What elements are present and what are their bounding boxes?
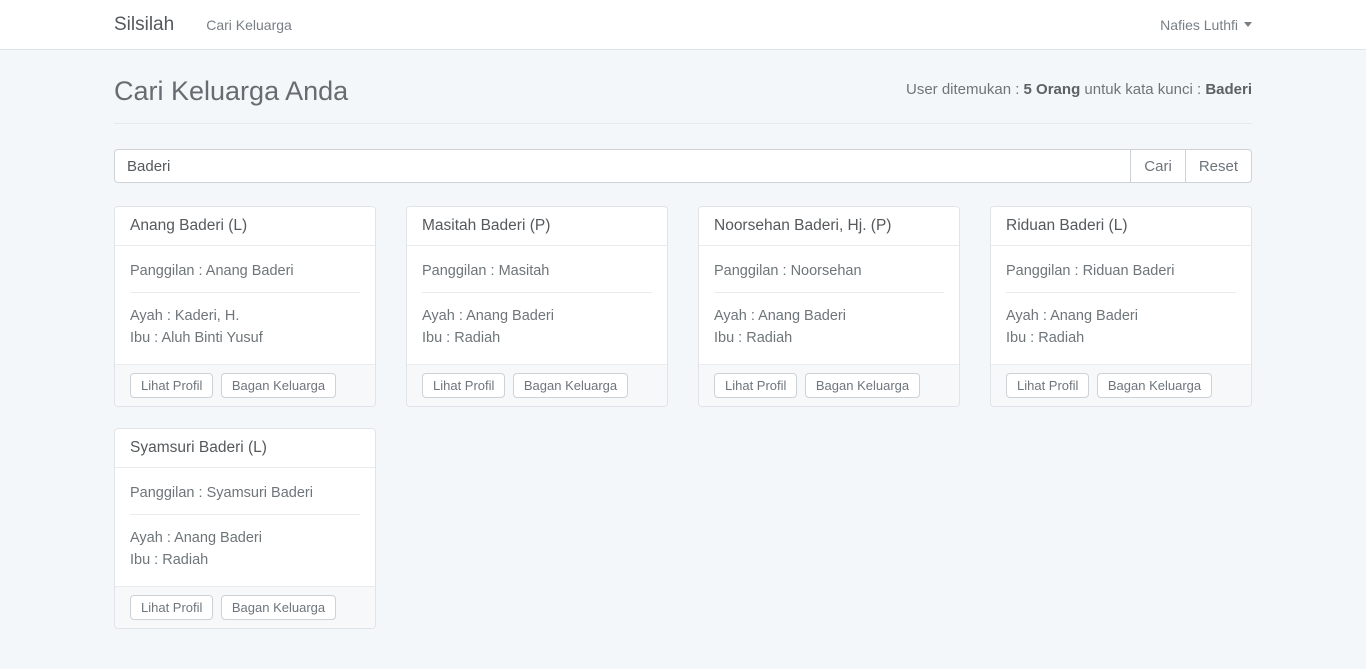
ibu-text: Ibu : Radiah <box>714 327 944 349</box>
ibu-text: Ibu : Radiah <box>1006 327 1236 349</box>
card-title: Riduan Baderi (L) <box>991 207 1251 246</box>
page-title: Cari Keluarga Anda <box>114 76 348 107</box>
panggilan-text: Panggilan : Syamsuri Baderi <box>130 482 360 504</box>
card-title: Noorsehan Baderi, Hj. (P) <box>699 207 959 246</box>
ibu-text: Ibu : Radiah <box>130 549 360 571</box>
ibu-text: Ibu : Radiah <box>422 327 652 349</box>
card-body: Panggilan : Syamsuri Baderi Ayah : Anang… <box>115 468 375 586</box>
user-menu-toggle[interactable]: Nafies Luthfi <box>1160 17 1252 33</box>
card-body: Panggilan : Noorsehan Ayah : Anang Bader… <box>699 246 959 364</box>
ayah-text: Ayah : Anang Baderi <box>130 527 360 549</box>
lihat-profil-button[interactable]: Lihat Profil <box>1006 373 1089 398</box>
user-menu-label: Nafies Luthfi <box>1160 17 1238 33</box>
person-card: Riduan Baderi (L) Panggilan : Riduan Bad… <box>990 206 1252 407</box>
summary-middle: untuk kata kunci : <box>1080 81 1205 98</box>
ayah-text: Ayah : Anang Baderi <box>1006 305 1236 327</box>
bagan-keluarga-button[interactable]: Bagan Keluarga <box>221 595 336 620</box>
nav-item-cari-keluarga[interactable]: Cari Keluarga <box>206 17 292 33</box>
caret-down-icon <box>1244 22 1252 27</box>
panggilan-text: Panggilan : Masitah <box>422 260 652 282</box>
bagan-keluarga-button[interactable]: Bagan Keluarga <box>221 373 336 398</box>
search-group: Cari Reset <box>114 149 1252 183</box>
divider <box>1006 292 1236 293</box>
card-footer: Lihat Profil Bagan Keluarga <box>991 364 1251 406</box>
result-summary: User ditemukan : 5 Orang untuk kata kunc… <box>906 81 1252 98</box>
results-grid: Anang Baderi (L) Panggilan : Anang Bader… <box>114 206 1252 669</box>
divider <box>422 292 652 293</box>
card-footer: Lihat Profil Bagan Keluarga <box>115 586 375 628</box>
panggilan-text: Panggilan : Anang Baderi <box>130 260 360 282</box>
divider <box>130 514 360 515</box>
ayah-text: Ayah : Anang Baderi <box>422 305 652 327</box>
bagan-keluarga-button[interactable]: Bagan Keluarga <box>1097 373 1212 398</box>
person-card: Masitah Baderi (P) Panggilan : Masitah A… <box>406 206 668 407</box>
card-footer: Lihat Profil Bagan Keluarga <box>699 364 959 406</box>
bagan-keluarga-button[interactable]: Bagan Keluarga <box>805 373 920 398</box>
card-footer: Lihat Profil Bagan Keluarga <box>115 364 375 406</box>
summary-prefix: User ditemukan : <box>906 81 1024 98</box>
divider <box>714 292 944 293</box>
reset-button[interactable]: Reset <box>1185 149 1252 183</box>
card-title: Anang Baderi (L) <box>115 207 375 246</box>
card-body: Panggilan : Masitah Ayah : Anang Baderi … <box>407 246 667 364</box>
person-card: Noorsehan Baderi, Hj. (P) Panggilan : No… <box>698 206 960 407</box>
page-header: Cari Keluarga Anda User ditemukan : 5 Or… <box>114 76 1252 124</box>
card-body: Panggilan : Riduan Baderi Ayah : Anang B… <box>991 246 1251 364</box>
search-input[interactable] <box>114 149 1131 183</box>
lihat-profil-button[interactable]: Lihat Profil <box>130 595 213 620</box>
ayah-text: Ayah : Anang Baderi <box>714 305 944 327</box>
person-card: Anang Baderi (L) Panggilan : Anang Bader… <box>114 206 376 407</box>
summary-keyword: Baderi <box>1205 81 1252 98</box>
lihat-profil-button[interactable]: Lihat Profil <box>422 373 505 398</box>
lihat-profil-button[interactable]: Lihat Profil <box>714 373 797 398</box>
panggilan-text: Panggilan : Noorsehan <box>714 260 944 282</box>
ayah-text: Ayah : Kaderi, H. <box>130 305 360 327</box>
card-footer: Lihat Profil Bagan Keluarga <box>407 364 667 406</box>
panggilan-text: Panggilan : Riduan Baderi <box>1006 260 1236 282</box>
card-title: Masitah Baderi (P) <box>407 207 667 246</box>
ibu-text: Ibu : Aluh Binti Yusuf <box>130 327 360 349</box>
bagan-keluarga-button[interactable]: Bagan Keluarga <box>513 373 628 398</box>
brand-link[interactable]: Silsilah <box>114 14 174 36</box>
main-content: Cari Keluarga Anda User ditemukan : 5 Or… <box>114 76 1252 669</box>
card-body: Panggilan : Anang Baderi Ayah : Kaderi, … <box>115 246 375 364</box>
card-title: Syamsuri Baderi (L) <box>115 429 375 468</box>
summary-count: 5 Orang <box>1024 81 1081 98</box>
lihat-profil-button[interactable]: Lihat Profil <box>130 373 213 398</box>
cari-button[interactable]: Cari <box>1130 149 1186 183</box>
navbar: Silsilah Cari Keluarga Nafies Luthfi <box>0 0 1366 50</box>
divider <box>130 292 360 293</box>
person-card: Syamsuri Baderi (L) Panggilan : Syamsuri… <box>114 428 376 629</box>
